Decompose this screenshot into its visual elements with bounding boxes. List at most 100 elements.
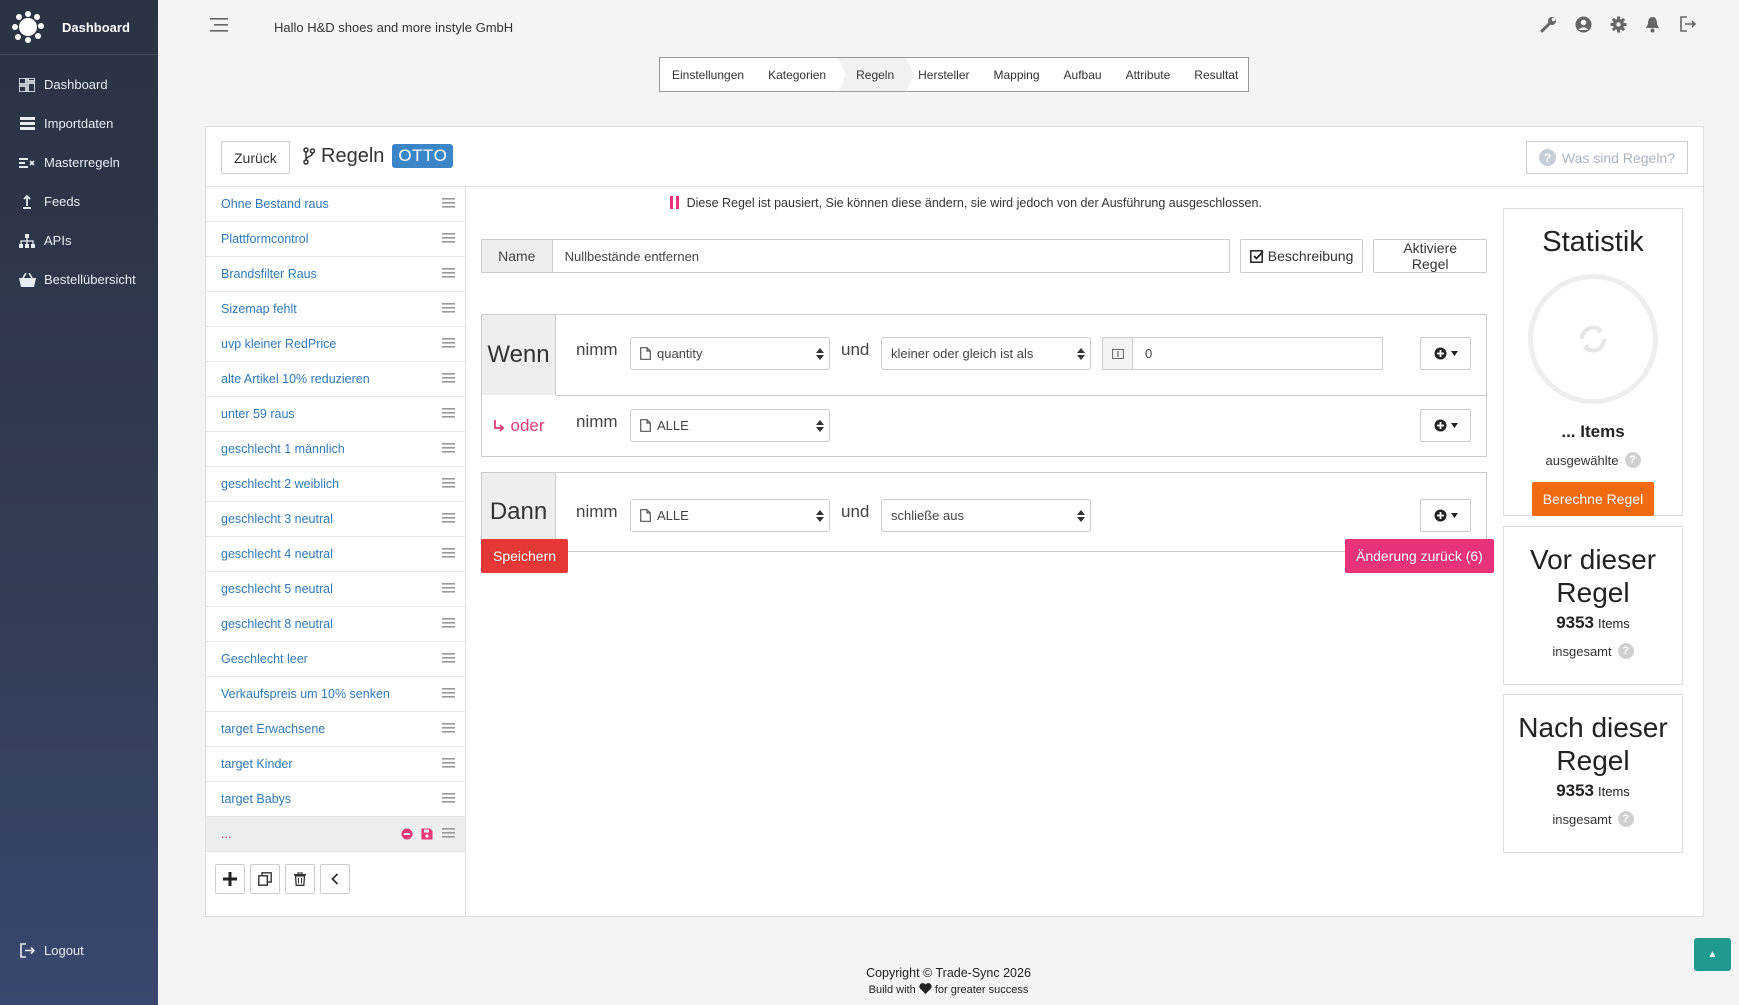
delete-rule-button[interactable] — [285, 864, 315, 894]
rule-list-item[interactable]: geschlecht 5 neutral — [206, 572, 465, 607]
drag-handle-icon[interactable] — [442, 198, 455, 208]
operator-select[interactable]: kleiner oder gleich ist als — [881, 337, 1091, 370]
compare-value-input[interactable] — [1132, 337, 1383, 370]
save-button[interactable]: Speichern — [481, 539, 569, 573]
add-condition-button[interactable] — [1420, 409, 1471, 442]
rule-list-item[interactable]: Sizemap fehlt — [206, 292, 465, 327]
add-condition-button[interactable] — [1420, 337, 1471, 370]
rule-list-item[interactable]: geschlecht 1 männlich — [206, 432, 465, 467]
minus-circle-icon[interactable] — [401, 828, 413, 840]
wrench-icon[interactable] — [1540, 16, 1557, 33]
logout-link[interactable]: Logout — [0, 935, 158, 965]
tab-resultat[interactable]: Resultat — [1182, 58, 1250, 91]
field-select[interactable]: ALLE — [630, 499, 830, 532]
wizard-steps: Einstellungen Kategorien Regeln Herstell… — [659, 57, 1249, 92]
calculate-rule-button[interactable]: Berechne Regel — [1531, 482, 1655, 516]
wenn-label: Wenn — [482, 315, 556, 395]
rule-list-item-label: Ohne Bestand raus — [221, 197, 329, 211]
drag-handle-icon[interactable] — [442, 618, 455, 628]
tab-kategorien[interactable]: Kategorien — [756, 58, 838, 91]
scroll-to-top-button[interactable]: ▲ — [1694, 938, 1731, 971]
drag-handle-icon[interactable] — [442, 338, 455, 348]
tab-regeln[interactable]: Regeln — [838, 58, 915, 92]
drag-handle-icon[interactable] — [442, 653, 455, 663]
chevron-left-icon — [331, 873, 339, 885]
drag-handle-icon[interactable] — [442, 513, 455, 523]
rule-list-item[interactable]: Plattformcontrol — [206, 222, 465, 257]
save-icon[interactable] — [421, 828, 433, 840]
rule-list-item[interactable]: unter 59 raus — [206, 397, 465, 432]
undo-changes-button[interactable]: Änderung zurück (6) — [1345, 539, 1494, 573]
rule-list-item[interactable]: Geschlecht leer — [206, 642, 465, 677]
action-row: nimm ALLE und schließe aus — [556, 477, 1486, 547]
drag-handle-icon[interactable] — [442, 443, 455, 453]
tab-einstellungen[interactable]: Einstellungen — [660, 58, 756, 91]
rule-list-item[interactable]: geschlecht 3 neutral — [206, 502, 465, 537]
collapse-list-button[interactable] — [320, 864, 350, 894]
sidebar-item-apis[interactable]: APIs — [0, 221, 158, 260]
drag-handle-icon[interactable] — [442, 478, 455, 488]
tab-attribute[interactable]: Attribute — [1114, 58, 1183, 91]
rule-list-item[interactable]: Ohne Bestand raus — [206, 187, 465, 222]
drag-handle-icon[interactable] — [442, 303, 455, 313]
rule-list-item[interactable]: Brandsfilter Raus — [206, 257, 465, 292]
menu-toggle-icon[interactable] — [210, 18, 230, 36]
sidebar-item-importdaten[interactable]: Importdaten — [0, 104, 158, 143]
question-circle-icon[interactable]: ? — [1617, 811, 1634, 827]
action-select[interactable]: schließe aus — [881, 499, 1091, 532]
drag-handle-icon[interactable] — [442, 268, 455, 278]
brand[interactable]: Dashboard — [0, 0, 158, 55]
rule-list-item[interactable]: target Kinder — [206, 747, 465, 782]
rules-list: Ohne Bestand raus Plattformcontrol Brandsf… — [206, 187, 465, 852]
rule-list-item-selected[interactable]: ... — [206, 817, 465, 852]
drag-handle-icon[interactable] — [442, 793, 455, 803]
sidebar-item-dashboard[interactable]: Dashboard — [0, 65, 158, 104]
rule-list-item[interactable]: geschlecht 8 neutral — [206, 607, 465, 642]
sidebar-item-bestelluebersicht[interactable]: Bestellübersicht — [0, 260, 158, 299]
copy-rule-button[interactable] — [250, 864, 280, 894]
user-icon[interactable] — [1575, 16, 1592, 33]
rule-name-input[interactable] — [551, 239, 1230, 273]
add-action-button[interactable] — [1420, 499, 1471, 532]
tab-hersteller[interactable]: Hersteller — [906, 58, 981, 91]
rule-list-item[interactable]: alte Artikel 10% reduzieren — [206, 362, 465, 397]
add-rule-button[interactable] — [215, 864, 245, 894]
rule-list-item[interactable]: Verkaufspreis um 10% senken — [206, 677, 465, 712]
rule-list-item-label: Plattformcontrol — [221, 232, 309, 246]
bell-icon[interactable] — [1645, 16, 1662, 33]
rule-list-item[interactable]: target Babys — [206, 782, 465, 817]
tab-mapping[interactable]: Mapping — [982, 58, 1052, 91]
caret-down-icon — [1450, 513, 1458, 518]
drag-handle-icon[interactable] — [442, 828, 455, 838]
rule-list-item[interactable]: target Erwachsene — [206, 712, 465, 747]
activate-rule-button[interactable]: Aktiviere Regel — [1373, 239, 1487, 273]
description-button[interactable]: Beschreibung — [1239, 239, 1364, 273]
drag-handle-icon[interactable] — [442, 723, 455, 733]
rule-list-item[interactable]: geschlecht 2 weiblich — [206, 467, 465, 502]
sidebar-item-masterregeln[interactable]: Masterregeln — [0, 143, 158, 182]
gear-icon[interactable] — [1610, 16, 1627, 33]
tab-aufbau[interactable]: Aufbau — [1052, 58, 1114, 91]
sidebar-item-feeds[interactable]: Feeds — [0, 182, 158, 221]
back-button[interactable]: Zurück — [221, 141, 290, 174]
help-button[interactable]: ? Was sind Regeln? — [1525, 141, 1688, 174]
drag-handle-icon[interactable] — [442, 688, 455, 698]
field-select[interactable]: quantity — [630, 337, 830, 370]
drag-handle-icon[interactable] — [442, 583, 455, 593]
drag-handle-icon[interactable] — [442, 758, 455, 768]
signout-icon[interactable] — [1680, 16, 1697, 33]
drag-handle-icon[interactable] — [442, 548, 455, 558]
rules-icon — [18, 157, 36, 169]
drag-handle-icon[interactable] — [442, 373, 455, 383]
rule-list-item[interactable]: uvp kleiner RedPrice — [206, 327, 465, 362]
drag-handle-icon[interactable] — [442, 233, 455, 243]
question-circle-icon[interactable]: ? — [1624, 452, 1641, 468]
upload-icon — [18, 194, 36, 209]
sidebar-item-label: Feeds — [44, 194, 81, 209]
rule-list-item[interactable]: geschlecht 4 neutral — [206, 537, 465, 572]
before-rule-title: Vor dieser Regel — [1529, 544, 1657, 608]
drag-handle-icon[interactable] — [442, 408, 455, 418]
question-circle-icon[interactable]: ? — [1617, 643, 1634, 659]
file-icon — [640, 509, 651, 522]
field-select[interactable]: ALLE — [630, 409, 830, 442]
